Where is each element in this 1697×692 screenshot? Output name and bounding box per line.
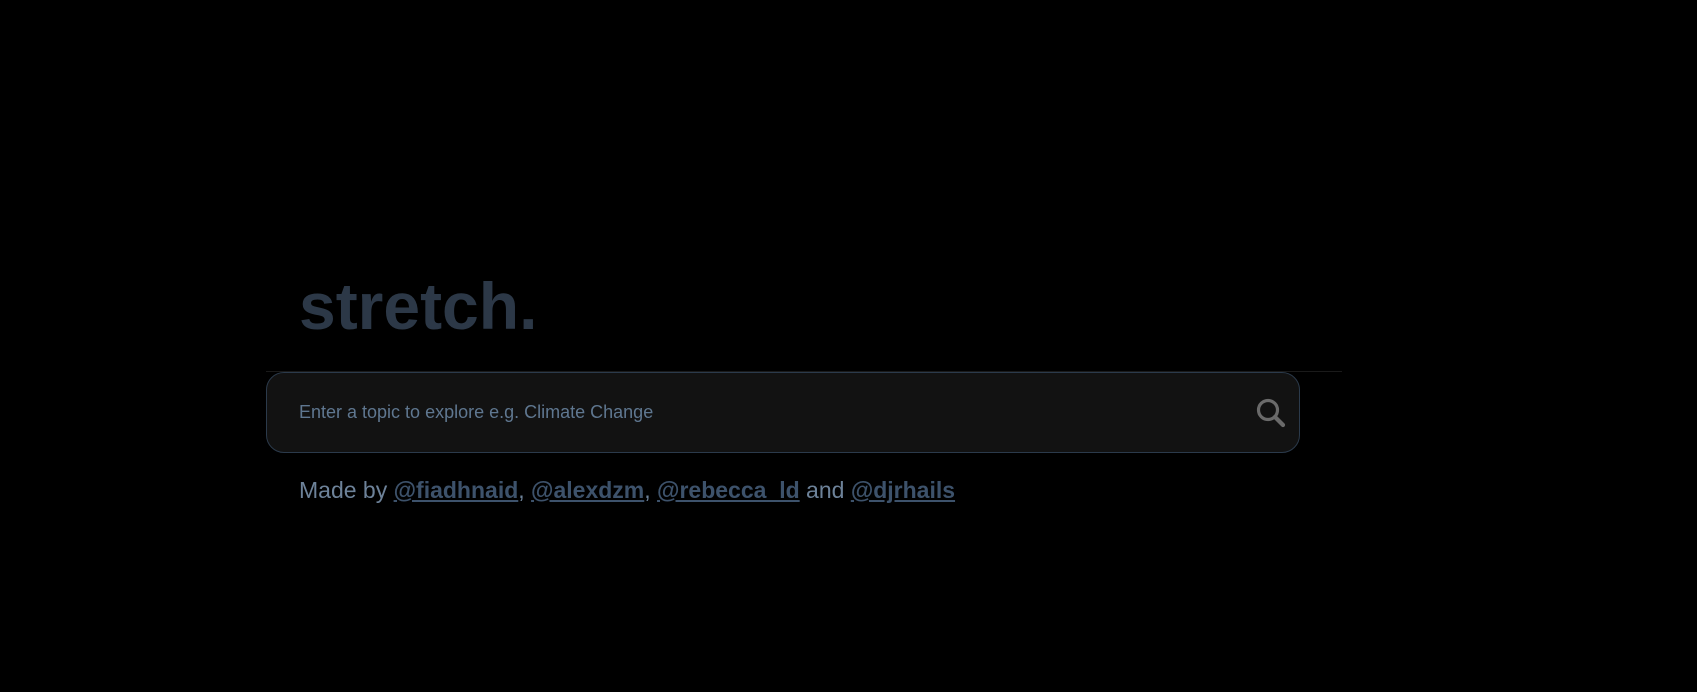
- credits-line: Made by @fiadhnaid, @alexdzm, @rebecca_l…: [299, 476, 955, 504]
- search-icon[interactable]: [1253, 395, 1289, 431]
- landing-page: stretch. Made by @fiadhnaid, @alexdzm, @…: [0, 0, 1697, 692]
- credits-separator: ,: [644, 477, 651, 503]
- app-logo: stretch.: [299, 269, 538, 343]
- credits-separator: ,: [518, 477, 525, 503]
- credits-prefix: Made by: [299, 477, 388, 503]
- search-box: [266, 372, 1300, 453]
- author-link-fiadhnaid[interactable]: @fiadhnaid: [394, 477, 519, 503]
- credits-conjunction: and: [806, 477, 845, 503]
- author-link-rebecca-ld[interactable]: @rebecca_ld: [657, 477, 800, 503]
- author-link-alexdzm[interactable]: @alexdzm: [531, 477, 644, 503]
- author-link-djrhails[interactable]: @djrhails: [851, 477, 955, 503]
- search-input[interactable]: [299, 373, 1199, 452]
